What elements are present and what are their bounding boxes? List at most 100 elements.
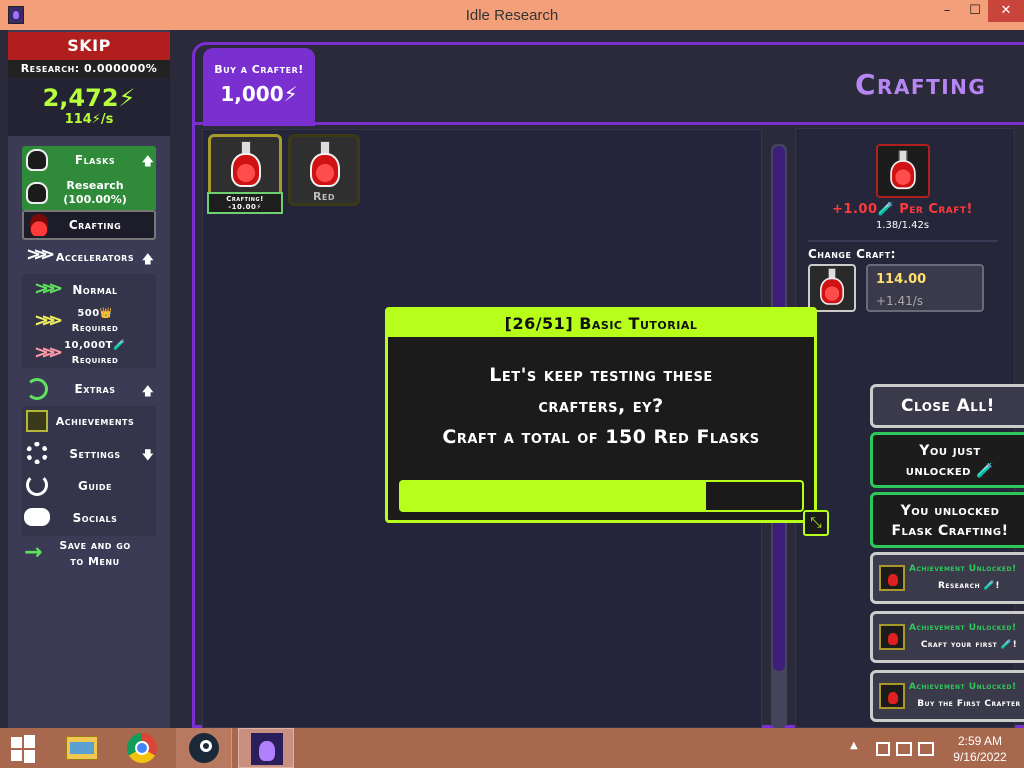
achievement-notification[interactable]: Achievement Unlocked! Craft your first 🧪… <box>870 611 1024 663</box>
refresh-icon <box>26 378 48 400</box>
sidebar-item-accelerators[interactable]: >>> Accelerators 🡅 <box>22 244 156 272</box>
tutorial-line: crafters, ey? <box>538 395 664 417</box>
window-title: Idle Research <box>465 7 559 24</box>
sidebar-item-normal[interactable]: >>> Normal <box>30 278 148 302</box>
flask-icon <box>26 149 48 171</box>
window-titlebar: Idle Research – ☐ ✕ <box>0 0 1024 30</box>
steam-icon[interactable] <box>176 728 232 768</box>
resource-stats: 2,472⚡ 114⚡/s <box>8 78 170 136</box>
notification-line: Flask Crafting! <box>891 523 1009 539</box>
yellow-chevrons-icon: >>> <box>34 310 63 331</box>
sidebar-item-socials[interactable]: Socials <box>22 504 156 532</box>
sidebar-item-guide[interactable]: Guide <box>22 472 156 500</box>
clock-time[interactable]: 2:59 AM <box>948 734 1012 748</box>
tutorial-progress-fill <box>401 482 706 510</box>
flask-rate: +1.41/s <box>876 294 924 308</box>
tutorial-heading: [26/51] Basic Tutorial <box>388 310 814 337</box>
maximize-button[interactable]: ☐ <box>962 0 988 22</box>
sidebar-item-label: 10,000T🧪 Required <box>64 340 126 366</box>
idle-research-taskbar-icon[interactable] <box>238 728 294 768</box>
achievement-desc: Research 🧪! <box>937 581 1001 591</box>
discord-icon <box>24 508 50 526</box>
unlock-notification[interactable]: You just unlocked 🧪 <box>870 432 1024 488</box>
craft-time: 1.38/1.42s <box>875 220 930 231</box>
clock-date[interactable]: 9/16/2022 <box>948 750 1012 764</box>
change-craft-stats: 114.00 +1.41/s <box>866 264 984 312</box>
chevrons-icon: >>> <box>26 244 55 265</box>
red-flask-icon <box>890 150 916 190</box>
expand-up-icon: 🡅 <box>141 384 154 398</box>
pink-chevrons-icon: >>> <box>34 342 63 363</box>
change-craft-flask-button[interactable] <box>808 264 856 312</box>
sidebar-item-save-menu[interactable]: → Save and go to Menu <box>22 538 156 572</box>
sidebar-item-locked-2[interactable]: >>> 10,000T🧪 Required <box>30 338 148 368</box>
sidebar-item-research[interactable]: Research (100.00%) <box>22 176 156 210</box>
arrow-right-icon: → <box>24 540 43 565</box>
unlock-notification[interactable]: You unlocked Flask Crafting! <box>870 492 1024 548</box>
energy-rate: 114⚡/s <box>64 112 114 127</box>
sidebar-item-label: Settings <box>69 447 121 461</box>
tutorial-dialog: [26/51] Basic Tutorial Let's keep testin… <box>385 307 817 523</box>
green-chevrons-icon: >>> <box>34 278 63 299</box>
buy-crafter-button[interactable]: Buy a Crafter! 1,000⚡ <box>203 48 315 126</box>
sidebar-item-label: Crafting <box>68 218 122 232</box>
achievement-notification[interactable]: Achievement Unlocked! Research 🧪! <box>870 552 1024 604</box>
expand-down-icon: 🡇 <box>141 448 154 462</box>
sidebar-item-label: Socials <box>72 511 118 525</box>
tutorial-text: Let's keep testing these crafters, ey? C… <box>388 360 814 453</box>
red-flask-icon <box>310 141 340 187</box>
notification-line: unlocked 🧪 <box>905 463 995 479</box>
sidebar-item-label: Guide <box>78 479 112 493</box>
notification-line: You just <box>919 443 981 459</box>
taskbar: ▲ 2:59 AM 9/16/2022 <box>0 728 1024 768</box>
red-flask-icon <box>231 141 261 187</box>
sidebar-item-achievements[interactable]: Achievements <box>22 408 156 436</box>
expand-up-icon: 🡅 <box>141 154 154 168</box>
sidebar-item-label: 500👑 Required <box>71 308 119 334</box>
flask-count: 114.00 <box>876 272 927 287</box>
network-icon[interactable] <box>876 742 890 756</box>
change-craft-label: Change Craft: <box>808 240 998 261</box>
achievement-desc: Buy the First Crafter <box>917 699 1021 709</box>
tutorial-line: Craft a total of 150 Red Flasks <box>442 426 760 448</box>
achievement-flask-icon <box>879 565 905 591</box>
sidebar-item-label: Research (100.00%) <box>63 179 127 206</box>
flask-icon <box>26 182 48 204</box>
sidebar-item-extras[interactable]: Extras 🡅 <box>22 376 156 404</box>
windows-start-button[interactable] <box>0 728 48 768</box>
volume-icon[interactable] <box>896 742 912 756</box>
close-all-button[interactable]: Close All! <box>870 384 1024 428</box>
sidebar-item-locked-1[interactable]: >>> 500👑 Required <box>30 306 148 336</box>
per-craft-yield: +1.00🧪 Per Craft! <box>832 202 973 217</box>
sidebar-item-label: Flasks <box>74 153 116 167</box>
research-progress: Research: 0.000000% <box>8 60 170 78</box>
tray-expand-icon[interactable]: ▲ <box>850 740 858 768</box>
sidebar-item-label: Normal <box>72 283 118 297</box>
achievement-crafter-icon <box>879 683 905 709</box>
achievement-icon <box>26 410 48 432</box>
sidebar-item-flasks[interactable]: Flasks 🡅 <box>22 146 156 176</box>
battery-icon[interactable] <box>918 742 934 756</box>
energy-amount: 2,472⚡ <box>42 84 136 112</box>
chrome-icon[interactable] <box>118 728 166 768</box>
sidebar-item-label: Save and go to Menu <box>59 539 131 568</box>
crafter-label: Red <box>312 190 336 203</box>
tutorial-line: Let's keep testing these <box>489 364 713 386</box>
minimize-button[interactable]: – <box>932 0 962 22</box>
buy-crafter-price: 1,000⚡ <box>220 82 298 106</box>
current-craft-flask <box>876 144 930 198</box>
gear-icon <box>26 442 48 464</box>
game-area: SKIP TUTORIAL!!! Research: 0.000000% 2,4… <box>0 30 1024 728</box>
sidebar-item-settings[interactable]: Settings 🡇 <box>22 440 156 468</box>
buy-crafter-label: Buy a Crafter! <box>214 63 304 76</box>
achievement-notification[interactable]: Achievement Unlocked! Buy the First Craf… <box>870 670 1024 722</box>
sidebar-item-crafting[interactable]: Crafting <box>22 210 156 240</box>
file-explorer-icon[interactable] <box>58 728 106 768</box>
sidebar-item-label: Achievements <box>55 415 135 428</box>
close-window-button[interactable]: ✕ <box>988 0 1024 22</box>
skip-tutorial-button[interactable]: SKIP TUTORIAL!!! <box>8 32 170 83</box>
resize-icon[interactable]: ⤡ <box>803 510 829 536</box>
achievement-title: Achievement Unlocked! <box>909 623 1017 633</box>
page-title: Crafting <box>855 68 987 101</box>
tray-icons[interactable] <box>872 738 942 760</box>
